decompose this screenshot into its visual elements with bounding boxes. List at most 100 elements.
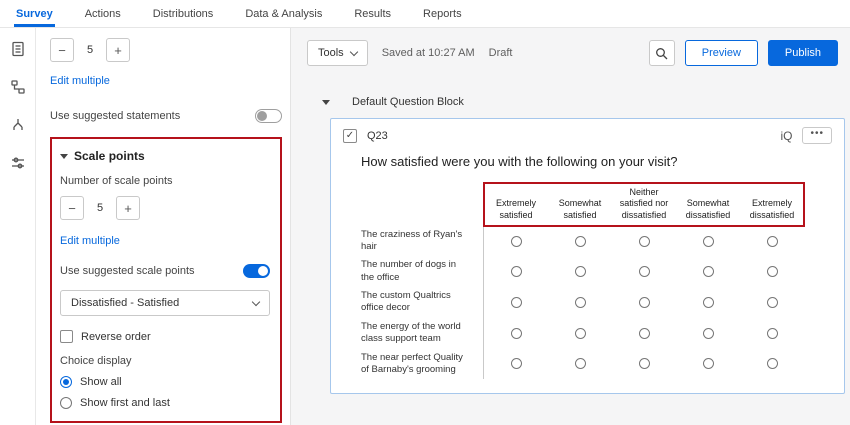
matrix-radio[interactable]	[575, 358, 586, 369]
question-select-checkbox[interactable]: ✓	[343, 129, 357, 143]
editor-toolbar: Tools Saved at 10:27 AM Draft Preview Pu…	[291, 28, 850, 66]
choice-display-show-first-last[interactable]: Show first and last	[60, 397, 270, 409]
matrix-radio[interactable]	[575, 266, 586, 277]
statement-label[interactable]: The craziness of Ryan's hair	[361, 226, 483, 257]
draft-status: Draft	[489, 47, 513, 59]
logic-icon[interactable]	[7, 114, 29, 136]
scale-column-header[interactable]: Extremely satisfied	[484, 198, 548, 221]
tab-reports[interactable]: Reports	[421, 0, 464, 27]
matrix-radio[interactable]	[575, 297, 586, 308]
matrix-radio[interactable]	[767, 328, 778, 339]
survey-flow-icon[interactable]	[7, 76, 29, 98]
tab-data-analysis[interactable]: Data & Analysis	[243, 0, 324, 27]
block-collapse-caret-icon[interactable]	[322, 100, 330, 105]
matrix-answer-cell	[612, 358, 676, 369]
tab-survey[interactable]: Survey	[14, 0, 55, 27]
matrix-radio[interactable]	[767, 297, 778, 308]
edit-multiple-scale-points-link[interactable]: Edit multiple	[60, 235, 120, 247]
statements-count: 5	[82, 44, 98, 56]
tools-dropdown[interactable]: Tools	[307, 40, 368, 66]
matrix-radio[interactable]	[639, 358, 650, 369]
matrix-radio[interactable]	[511, 297, 522, 308]
matrix-answer-cell	[740, 236, 804, 247]
scale-column-header[interactable]: Neither satisfied nor dissatisfied	[612, 187, 676, 221]
options-icon[interactable]	[7, 152, 29, 174]
number-of-scale-points-label: Number of scale points	[60, 175, 270, 187]
matrix-radio[interactable]	[639, 297, 650, 308]
matrix-answer-cell	[484, 358, 548, 369]
matrix-radio[interactable]	[703, 328, 714, 339]
use-suggested-scale-points-label: Use suggested scale points	[60, 265, 195, 277]
matrix-answer-cell	[740, 266, 804, 277]
scale-points-section-header[interactable]: Scale points	[60, 149, 270, 163]
matrix-radio[interactable]	[511, 266, 522, 277]
matrix-radio[interactable]	[767, 266, 778, 277]
show-all-label: Show all	[80, 376, 122, 388]
matrix-radio[interactable]	[575, 328, 586, 339]
matrix-radio[interactable]	[703, 266, 714, 277]
show-all-radio[interactable]	[60, 376, 72, 388]
statement-label[interactable]: The custom Qualtrics office decor	[361, 287, 483, 318]
matrix-row: The energy of the world class support te…	[361, 318, 832, 349]
preview-button[interactable]: Preview	[685, 40, 758, 66]
collapse-caret-icon	[60, 154, 68, 159]
scale-preset-dropdown[interactable]: Dissatisfied - Satisfied	[60, 290, 270, 316]
matrix-label-spacer	[361, 183, 483, 226]
matrix-radio[interactable]	[511, 358, 522, 369]
tab-results[interactable]: Results	[352, 0, 393, 27]
tab-distributions[interactable]: Distributions	[151, 0, 216, 27]
matrix-row: The near perfect Quality of Barnaby's gr…	[361, 349, 832, 380]
chevron-down-icon	[252, 297, 260, 305]
left-icon-strip	[0, 28, 36, 425]
question-builder-icon[interactable]	[7, 38, 29, 60]
matrix-radio[interactable]	[575, 236, 586, 247]
use-suggested-statements-label: Use suggested statements	[50, 110, 180, 122]
matrix-radio[interactable]	[639, 328, 650, 339]
use-suggested-statements-toggle[interactable]	[255, 109, 282, 123]
matrix-radio[interactable]	[511, 236, 522, 247]
matrix-row-cells	[483, 318, 804, 349]
scale-column-header[interactable]: Somewhat dissatisfied	[676, 198, 740, 221]
scale-points-title: Scale points	[74, 149, 145, 163]
tab-actions[interactable]: Actions	[83, 0, 123, 27]
matrix-radio[interactable]	[703, 358, 714, 369]
statements-plus-button[interactable]: +	[106, 38, 130, 62]
question-menu-button[interactable]: •••	[802, 127, 832, 144]
statement-label[interactable]: The energy of the world class support te…	[361, 318, 483, 349]
matrix-radio[interactable]	[767, 358, 778, 369]
reverse-order-row[interactable]: Reverse order	[60, 330, 270, 343]
reverse-order-checkbox[interactable]	[60, 330, 73, 343]
matrix-answer-cell	[676, 358, 740, 369]
statement-label[interactable]: The number of dogs in the office	[361, 256, 483, 287]
matrix-answer-cell	[740, 328, 804, 339]
publish-button[interactable]: Publish	[768, 40, 838, 66]
scale-points-plus-button[interactable]: +	[116, 196, 140, 220]
search-button[interactable]	[649, 40, 675, 66]
save-status: Saved at 10:27 AM	[382, 47, 475, 59]
matrix-row-cells	[483, 226, 804, 257]
matrix-radio[interactable]	[511, 328, 522, 339]
statements-minus-button[interactable]: −	[50, 38, 74, 62]
show-first-last-radio[interactable]	[60, 397, 72, 409]
statement-label[interactable]: The near perfect Quality of Barnaby's gr…	[361, 349, 483, 380]
question-editing-pane: − 5 + Edit multiple Use suggested statem…	[36, 28, 291, 425]
question-text[interactable]: How satisfied were you with the followin…	[361, 154, 832, 169]
matrix-radio[interactable]	[703, 297, 714, 308]
scale-points-minus-button[interactable]: −	[60, 196, 84, 220]
iq-score-button[interactable]: iQ	[780, 129, 792, 143]
matrix-radio[interactable]	[767, 236, 778, 247]
choice-display-show-all[interactable]: Show all	[60, 376, 270, 388]
scale-column-header[interactable]: Somewhat satisfied	[548, 198, 612, 221]
matrix-radio[interactable]	[703, 236, 714, 247]
use-suggested-scale-points-toggle[interactable]	[243, 264, 270, 278]
matrix-radio[interactable]	[639, 266, 650, 277]
block-title[interactable]: Default Question Block	[352, 96, 464, 108]
matrix-answer-cell	[484, 236, 548, 247]
matrix-answer-cell	[548, 266, 612, 277]
matrix-radio[interactable]	[639, 236, 650, 247]
show-first-last-label: Show first and last	[80, 397, 170, 409]
statements-stepper: − 5 +	[50, 38, 282, 62]
matrix-row: The craziness of Ryan's hair	[361, 226, 832, 257]
edit-multiple-statements-link[interactable]: Edit multiple	[50, 75, 110, 87]
scale-column-header[interactable]: Extremely dissatisfied	[740, 198, 804, 221]
